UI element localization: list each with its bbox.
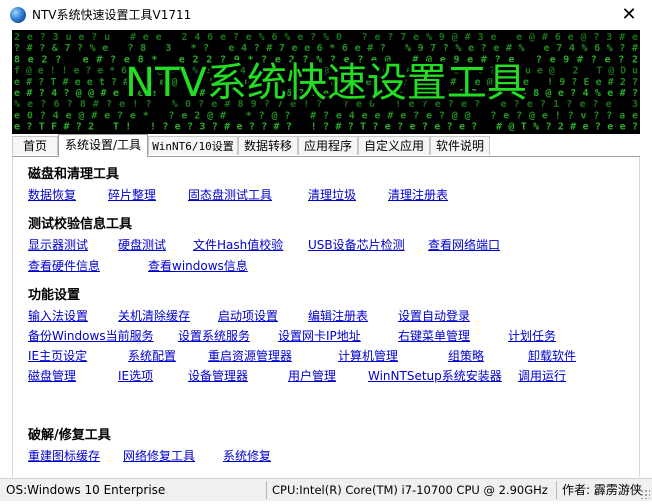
section-title-func: 功能设置 — [28, 288, 81, 303]
link-defrag[interactable]: 碎片整理 — [108, 187, 156, 203]
tab-about[interactable]: 软件说明 — [430, 136, 490, 155]
link-windows-info[interactable]: 查看windows信息 — [148, 258, 248, 274]
link-network-repair[interactable]: 网络修复工具 — [123, 448, 195, 464]
status-cpu: CPU:Intel(R) Core(TM) i7-10700 CPU @ 2.9… — [272, 483, 548, 497]
link-run-dialog[interactable]: 调用运行 — [518, 368, 566, 384]
link-ie-options[interactable]: IE选项 — [118, 368, 153, 384]
close-button[interactable]: ✕ — [606, 0, 652, 30]
status-author: 作者: 霹雳游侠 — [562, 483, 642, 497]
tab-data-transfer[interactable]: 数据转移 — [238, 136, 298, 155]
link-input-method[interactable]: 输入法设置 — [28, 308, 88, 324]
system-settings-panel: 磁盘和清理工具 数据恢复 碎片整理 固态盘测试工具 清理垃圾 清理注册表 测试校… — [12, 157, 640, 477]
matrix-row: ?#?&7?%e ?8 3 *? e4?#7ee6*6e#? %97?%e?e#… — [14, 43, 638, 54]
tab-home[interactable]: 首页 — [12, 136, 58, 155]
link-winntsetup[interactable]: WinNTSetup系统安装器 — [368, 368, 502, 384]
link-clean-registry[interactable]: 清理注册表 — [388, 187, 448, 203]
status-separator — [266, 481, 267, 499]
link-system-repair[interactable]: 系统修复 — [223, 448, 271, 464]
matrix-row: 2e?3ue?u #ee 246e?e%6%e?%0 ?e?7e%9@#3e e… — [14, 32, 638, 43]
link-ie-homepage[interactable]: IE主页设定 — [28, 348, 87, 364]
app-icon — [10, 7, 26, 23]
link-disk-management[interactable]: 磁盘管理 — [28, 368, 76, 384]
link-network-ports[interactable]: 查看网络端口 — [428, 237, 500, 253]
link-system-services[interactable]: 设置系统服务 — [178, 328, 250, 344]
link-context-menu[interactable]: 右键菜单管理 — [398, 328, 470, 344]
link-msconfig[interactable]: 系统配置 — [128, 348, 176, 364]
section-title-test: 测试校验信息工具 — [28, 217, 133, 232]
tab-applications[interactable]: 应用程序 — [298, 136, 358, 155]
link-restart-explorer[interactable]: 重启资源管理器 — [208, 348, 292, 364]
link-edit-registry[interactable]: 编辑注册表 — [308, 308, 368, 324]
link-usb-chip-check[interactable]: USB设备芯片检测 — [308, 237, 405, 253]
link-hardware-info[interactable]: 查看硬件信息 — [28, 258, 100, 274]
link-computer-management[interactable]: 计算机管理 — [338, 348, 398, 364]
link-clean-junk[interactable]: 清理垃圾 — [308, 187, 356, 203]
link-data-recovery[interactable]: 数据恢复 — [28, 187, 76, 203]
link-device-manager[interactable]: 设备管理器 — [188, 368, 248, 384]
tab-bar: 首页 系统设置/工具 WinNT6/10设置 数据转移 应用程序 自定义应用 软… — [12, 134, 640, 157]
matrix-row: e?TF#?2 T! !?e?3?#e??#? !?#?T?e?e?e?e? #… — [14, 122, 638, 133]
link-user-management[interactable]: 用户管理 — [288, 368, 336, 384]
status-separator — [556, 481, 557, 499]
link-auto-login[interactable]: 设置自动登录 — [398, 308, 470, 324]
title-bar: NTV系统快速设置工具V1711 ✕ — [0, 0, 652, 30]
link-shutdown-clear-cache[interactable]: 关机清除缓存 — [118, 308, 190, 324]
matrix-row: e0?4e@#e?e* ?e2@# *?@? #?e4ee#e?e?@@ ?e?… — [14, 110, 638, 121]
section-title-disk: 磁盘和清理工具 — [28, 167, 120, 182]
banner: 2e?3ue?u #ee 246e?e%6%e?%0 ?e?7e%9@#3e e… — [12, 30, 640, 134]
link-disk-test[interactable]: 硬盘测试 — [118, 237, 166, 253]
link-backup-services[interactable]: 备份Windows当前服务 — [28, 328, 154, 344]
link-group-policy[interactable]: 组策略 — [448, 348, 484, 364]
link-startup-items[interactable]: 启动项设置 — [218, 308, 278, 324]
link-ssd-test[interactable]: 固态盘测试工具 — [188, 187, 272, 203]
resize-grip[interactable] — [640, 489, 650, 499]
link-nic-ip[interactable]: 设置网卡IP地址 — [278, 328, 361, 344]
status-os: OS:Windows 10 Enterprise — [6, 483, 166, 497]
link-scheduled-tasks[interactable]: 计划任务 — [508, 328, 556, 344]
status-bar: OS:Windows 10 Enterprise CPU:Intel(R) Co… — [0, 478, 652, 501]
banner-graphic: 2e?3ue?u #ee 246e?e%6%e?%0 ?e?7e%9@#3e e… — [14, 32, 638, 133]
link-monitor-test[interactable]: 显示器测试 — [28, 237, 88, 253]
banner-title: NTV系统快速设置工具 — [125, 60, 527, 106]
link-rebuild-icon-cache[interactable]: 重建图标缓存 — [28, 448, 100, 464]
window-title: NTV系统快速设置工具V1711 — [32, 8, 192, 22]
tab-winnt-settings[interactable]: WinNT6/10设置 — [148, 136, 238, 155]
link-hash-check[interactable]: 文件Hash值校验 — [193, 237, 283, 253]
section-title-repair: 破解/修复工具 — [28, 428, 111, 443]
tab-custom-apps[interactable]: 自定义应用 — [358, 136, 430, 155]
tab-system-settings[interactable]: 系统设置/工具 — [58, 134, 148, 157]
link-uninstall-software[interactable]: 卸载软件 — [528, 348, 576, 364]
